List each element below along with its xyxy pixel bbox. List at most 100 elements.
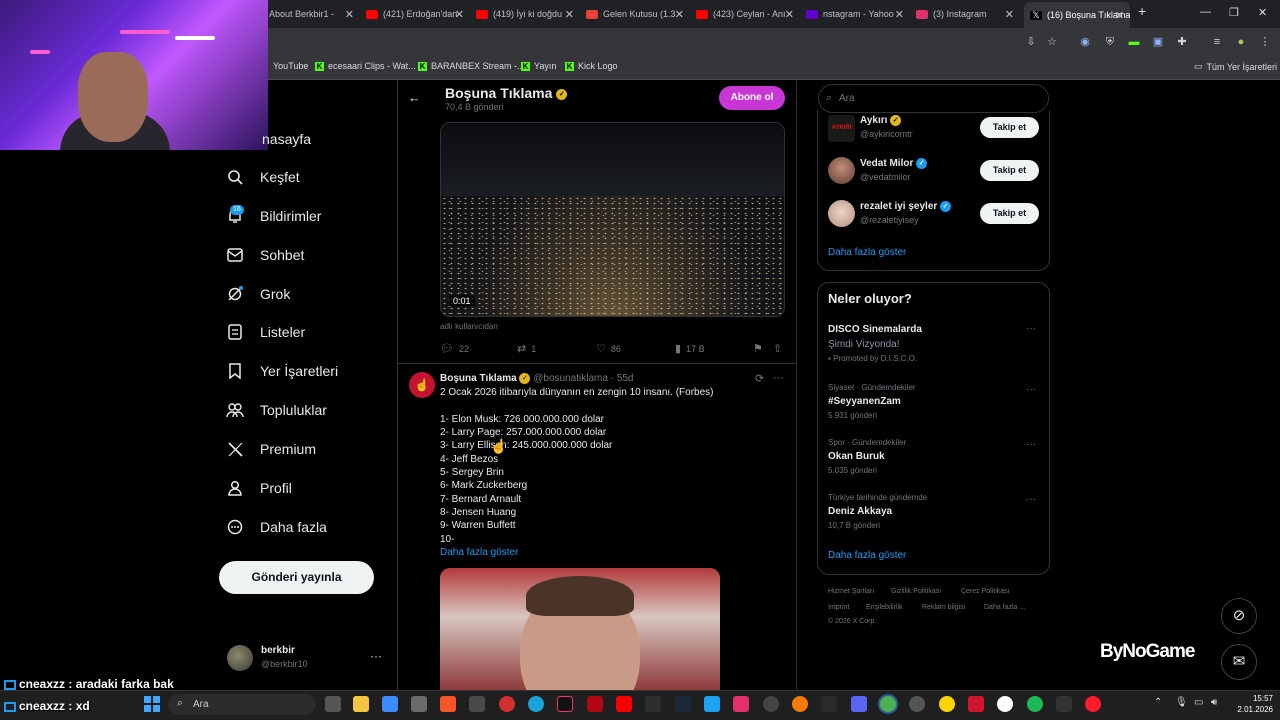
- copilot-icon[interactable]: [382, 696, 398, 712]
- close-icon[interactable]: ✕: [345, 8, 354, 21]
- tiktok-icon[interactable]: [557, 696, 573, 712]
- trend-name[interactable]: #SeyyanenZam: [828, 396, 901, 407]
- reading-list-icon[interactable]: ≡: [1210, 35, 1224, 49]
- app-icon[interactable]: [645, 696, 661, 712]
- close-icon[interactable]: ✕: [675, 8, 684, 21]
- avatar[interactable]: [828, 200, 855, 227]
- messages-button[interactable]: ✉: [1221, 644, 1257, 680]
- tab-youtube-3[interactable]: (423) Ceylan - Anı ✕: [696, 4, 794, 24]
- follow-suggestion-name[interactable]: rezalet iyi şeyler ✓: [860, 201, 952, 212]
- nav-more[interactable]: Daha fazla: [226, 518, 327, 536]
- taskbar-time[interactable]: 15:57: [1233, 694, 1273, 703]
- netflix-icon[interactable]: [587, 696, 603, 712]
- more-options-icon[interactable]: ···: [773, 372, 784, 384]
- close-icon[interactable]: ✕: [565, 8, 574, 21]
- opera-icon[interactable]: [1085, 696, 1101, 712]
- brave-icon[interactable]: [440, 696, 456, 712]
- footer-link[interactable]: Çerez Politikası: [961, 588, 1010, 595]
- repost-action[interactable]: ⇄ 1: [517, 342, 536, 355]
- app-icon[interactable]: [792, 696, 808, 712]
- bookmark-yayin[interactable]: K Yayın: [521, 61, 556, 71]
- taskbar-search-input[interactable]: [168, 694, 316, 715]
- views-action[interactable]: ▮ 17 B: [675, 342, 705, 355]
- more-options-icon[interactable]: ···: [1026, 323, 1036, 334]
- reply-action[interactable]: 💬︎ 22: [440, 342, 469, 355]
- tray-chevron-icon[interactable]: ⌃: [1154, 697, 1162, 708]
- tweet-handle[interactable]: @bosunatiklama: [533, 373, 608, 384]
- extension-2-icon[interactable]: ▬: [1127, 35, 1141, 49]
- app-icon[interactable]: [997, 696, 1013, 712]
- tweet-author[interactable]: Boşuna Tıklama: [440, 373, 517, 384]
- footer-link[interactable]: Reklam bilgisi: [922, 604, 965, 611]
- nav-home[interactable]: nasayfa: [262, 131, 311, 147]
- discord-icon[interactable]: [851, 696, 867, 712]
- twitter-icon[interactable]: [704, 696, 720, 712]
- grok-icon[interactable]: ⟳: [755, 372, 764, 385]
- grok-button[interactable]: ⊘: [1221, 598, 1257, 634]
- follow-suggestion-name[interactable]: Aykırı ✓: [860, 115, 902, 126]
- follow-suggestion-name[interactable]: Vedat Milor ✓: [860, 158, 928, 169]
- avatar[interactable]: [227, 645, 253, 671]
- account-more-icon[interactable]: ···: [370, 649, 382, 663]
- show-more-link[interactable]: Daha fazla göster: [828, 550, 906, 561]
- app-icon[interactable]: [411, 696, 427, 712]
- bookmark-ecesaari[interactable]: Kecesaari Clips - Wat...: [315, 61, 416, 71]
- extension-1-icon[interactable]: ◉: [1078, 35, 1092, 49]
- tweet-time[interactable]: 55d: [617, 373, 634, 384]
- close-window-icon[interactable]: ✕: [1258, 6, 1267, 19]
- tab-about-berkbir[interactable]: About Berkbir1 - ✕: [269, 4, 354, 24]
- footer-link[interactable]: Hizmet Şartları: [828, 588, 874, 595]
- edge-icon[interactable]: [528, 696, 544, 712]
- kebab-menu-icon[interactable]: ⋮: [1258, 35, 1272, 49]
- app-icon[interactable]: [499, 696, 515, 712]
- follow-button[interactable]: Takip et: [980, 160, 1039, 181]
- shield-icon[interactable]: ⛨: [1103, 35, 1117, 49]
- tab-youtube-1[interactable]: (421) Erdoğan'dan ✕: [366, 4, 464, 24]
- volume-icon[interactable]: 🔊︎: [1211, 697, 1217, 708]
- show-more-link[interactable]: Daha fazla göster: [440, 547, 518, 558]
- more-options-icon[interactable]: ···: [1026, 439, 1036, 450]
- nav-chat[interactable]: Sohbet: [226, 246, 304, 264]
- steam-icon[interactable]: [675, 696, 691, 712]
- trend-name[interactable]: Okan Buruk: [828, 451, 885, 462]
- subscribe-button[interactable]: Abone ol: [719, 86, 785, 110]
- app-icon[interactable]: [469, 696, 485, 712]
- network-icon[interactable]: ▭: [1194, 697, 1203, 708]
- trend-name[interactable]: Deniz Akkaya: [828, 506, 892, 517]
- all-bookmarks[interactable]: ▭ Tüm Yer İşaretleri: [1194, 61, 1277, 72]
- close-icon[interactable]: ✕: [785, 8, 794, 21]
- close-icon[interactable]: ✕: [1115, 9, 1124, 22]
- nav-bookmarks[interactable]: Yer İşaretleri: [226, 362, 338, 380]
- snapchat-icon[interactable]: [939, 696, 955, 712]
- extension-3-icon[interactable]: ▣: [1151, 35, 1165, 49]
- star-icon[interactable]: ☆: [1045, 35, 1059, 49]
- instagram-icon[interactable]: [733, 696, 749, 712]
- epic-games-icon[interactable]: [821, 696, 837, 712]
- nav-premium[interactable]: Premium: [226, 440, 316, 458]
- tab-instagram[interactable]: (3) Instagram ✕: [916, 4, 1014, 24]
- nav-grok[interactable]: Grok: [226, 285, 290, 303]
- nav-lists[interactable]: Listeler: [226, 323, 305, 341]
- tab-gmail[interactable]: Gelen Kutusu (1.3 ✕: [586, 4, 684, 24]
- obs-icon[interactable]: [909, 696, 925, 712]
- avatar[interactable]: [828, 157, 855, 184]
- close-icon[interactable]: ✕: [895, 8, 904, 21]
- footer-link[interactable]: Imprint: [828, 604, 849, 611]
- footer-link[interactable]: Gizlilik Politikası: [891, 588, 941, 595]
- new-tab-icon[interactable]: +: [1138, 3, 1146, 19]
- close-icon[interactable]: ✕: [455, 8, 464, 21]
- nav-communities[interactable]: Topluluklar: [226, 401, 327, 419]
- puzzle-icon[interactable]: ✚: [1175, 35, 1189, 49]
- video-player[interactable]: [440, 122, 785, 317]
- share-action[interactable]: ⇧: [773, 342, 782, 355]
- avatar[interactable]: AYKIRI: [828, 115, 855, 142]
- app-icon[interactable]: [968, 696, 984, 712]
- app-icon[interactable]: [763, 696, 779, 712]
- nav-explore[interactable]: Keşfet: [226, 168, 300, 186]
- more-options-icon[interactable]: ···: [1026, 384, 1036, 395]
- tab-youtube-2[interactable]: (419) İyi ki doğdu ✕: [476, 4, 574, 24]
- follow-button[interactable]: Takip et: [980, 117, 1039, 138]
- minimize-icon[interactable]: —: [1200, 6, 1211, 18]
- bookmark-kick-logo[interactable]: K Kick Logo: [565, 61, 618, 71]
- chrome-icon[interactable]: [880, 696, 896, 712]
